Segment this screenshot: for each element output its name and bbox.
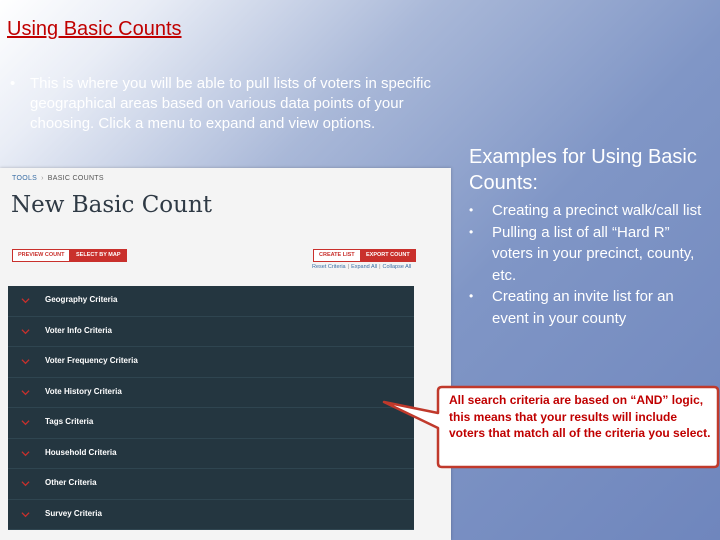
criteria-label: Voter Info Criteria — [45, 325, 112, 335]
criteria-label: Survey Criteria — [45, 508, 102, 518]
chevron-down-icon — [21, 328, 30, 334]
example-text: Creating a precinct walk/call list — [492, 202, 702, 219]
intro-paragraph: • This is where you will be able to pull… — [10, 74, 480, 134]
criteria-label: Geography Criteria — [45, 295, 118, 304]
criteria-item-geography[interactable]: Geography Criteria — [8, 286, 414, 317]
criteria-label: Household Criteria — [45, 447, 117, 457]
criteria-item-voter-frequency[interactable]: Voter Frequency Criteria — [8, 347, 414, 378]
example-text: Creating an invite list for an event in … — [492, 288, 674, 327]
intro-text: This is where you will be able to pull l… — [30, 75, 432, 132]
criteria-label: Tags Criteria — [45, 417, 94, 426]
reset-criteria-link[interactable]: Reset Criteria — [312, 264, 346, 270]
chevron-down-icon — [21, 420, 30, 426]
link-separator: | — [379, 264, 381, 270]
list-item: • Creating an invite list for an event in… — [469, 286, 709, 329]
criteria-label: Other Criteria — [45, 478, 97, 487]
breadcrumb-separator: › — [41, 175, 44, 182]
create-list-button[interactable]: CREATE LIST — [313, 249, 361, 262]
page-title: New Basic Count — [11, 192, 213, 218]
expand-all-link[interactable]: Expand All — [351, 264, 377, 270]
list-bullet: • — [469, 224, 474, 239]
chevron-down-icon — [21, 511, 30, 517]
breadcrumb-current: BASIC COUNTS — [47, 175, 104, 182]
export-count-button[interactable]: EXPORT COUNT — [360, 249, 416, 262]
intro-bullet: • — [10, 75, 16, 92]
breadcrumb: TOOLS › BASIC COUNTS — [12, 175, 104, 182]
chevron-down-icon — [21, 359, 30, 365]
examples-list: • Creating a precinct walk/call list • Pul… — [469, 200, 709, 329]
criteria-item-vote-history[interactable]: Vote History Criteria — [8, 378, 414, 408]
select-by-map-button[interactable]: SELECT BY MAP — [70, 249, 127, 262]
criteria-links: Reset Criteria | Expand All | Collapse All — [312, 264, 411, 270]
chevron-down-icon — [21, 389, 30, 395]
criteria-accordion: Geography Criteria Voter Info Criteria V… — [8, 286, 414, 530]
chevron-down-icon — [21, 298, 30, 304]
breadcrumb-tools-link[interactable]: TOOLS — [12, 175, 37, 182]
list-bullet: • — [469, 289, 474, 303]
list-bullet: • — [469, 203, 474, 217]
collapse-all-link[interactable]: Collapse All — [383, 264, 412, 270]
criteria-item-survey[interactable]: Survey Criteria — [8, 500, 414, 530]
list-item: • Creating a precinct walk/call list — [469, 200, 709, 222]
criteria-item-household[interactable]: Household Criteria — [8, 439, 414, 469]
preview-count-button[interactable]: PREVIEW COUNT — [12, 249, 71, 262]
criteria-item-other[interactable]: Other Criteria — [8, 469, 414, 500]
basic-count-screenshot: TOOLS › BASIC COUNTS New Basic Count PREVI… — [0, 168, 451, 540]
chevron-down-icon — [21, 450, 30, 456]
link-separator: | — [347, 264, 350, 270]
criteria-label: Vote History Criteria — [45, 386, 122, 396]
criteria-label: Voter Frequency Criteria — [45, 356, 138, 365]
criteria-item-voter-info[interactable]: Voter Info Criteria — [8, 317, 414, 347]
examples-title: Examples for Using Basic Counts: — [469, 146, 697, 194]
callout-text: All search criteria are based on “AND” l… — [449, 393, 711, 440]
list-item: • Pulling a list of all “Hard R” voters i… — [469, 222, 709, 287]
chevron-down-icon — [21, 481, 30, 487]
slide-title: Using Basic Counts — [7, 18, 182, 40]
example-text: Pulling a list of all “Hard R” voters in… — [492, 223, 695, 284]
criteria-item-tags[interactable]: Tags Criteria — [8, 408, 414, 439]
